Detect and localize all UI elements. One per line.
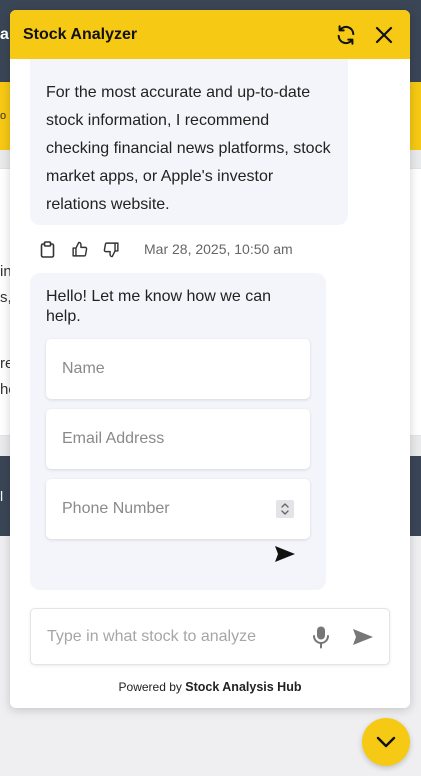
microphone-icon[interactable] xyxy=(309,625,333,649)
background-footer-text: l xyxy=(0,488,4,504)
close-icon[interactable] xyxy=(371,22,397,48)
chevron-down-icon xyxy=(376,736,396,748)
form-greeting: Hello! Let me know how we can help. xyxy=(46,288,271,325)
chat-header: Stock Analyzer xyxy=(10,10,410,59)
bot-message-text: For the most accurate and up-to-date sto… xyxy=(46,84,331,213)
name-field[interactable] xyxy=(46,339,310,399)
refresh-icon[interactable] xyxy=(333,22,359,48)
send-icon[interactable] xyxy=(351,625,375,649)
email-field-wrapper xyxy=(46,409,310,469)
collapse-chat-button[interactable] xyxy=(362,718,410,766)
clipboard-icon[interactable] xyxy=(38,240,56,258)
phone-field-wrapper xyxy=(46,479,310,539)
contact-form-bubble: Hello! Let me know how we can help. xyxy=(30,273,326,590)
background-banner-text: o xyxy=(0,110,7,122)
chat-widget: Stock Analyzer For the most accurate and… xyxy=(10,10,410,708)
background-navbar-text: a xyxy=(0,26,9,43)
email-field[interactable] xyxy=(46,409,310,469)
bot-message-bubble: For the most accurate and up-to-date sto… xyxy=(30,59,348,225)
message-timestamp: Mar 28, 2025, 10:50 am xyxy=(144,241,293,257)
number-spinner-icon[interactable] xyxy=(276,500,294,518)
form-send-icon[interactable] xyxy=(274,545,296,565)
thumbs-up-icon[interactable] xyxy=(70,240,88,258)
chat-input[interactable] xyxy=(47,627,291,646)
chat-title: Stock Analyzer xyxy=(23,25,138,43)
phone-field[interactable] xyxy=(46,479,310,539)
chat-messages[interactable]: For the most accurate and up-to-date sto… xyxy=(10,59,410,599)
name-field-wrapper xyxy=(46,339,310,399)
chat-composer xyxy=(30,608,390,665)
powered-by: Powered by Stock Analysis Hub xyxy=(10,680,410,694)
thumbs-down-icon[interactable] xyxy=(102,240,120,258)
powered-by-brand: Stock Analysis Hub xyxy=(185,680,302,694)
powered-by-prefix: Powered by xyxy=(118,680,182,694)
message-actions: Mar 28, 2025, 10:50 am xyxy=(38,239,293,259)
